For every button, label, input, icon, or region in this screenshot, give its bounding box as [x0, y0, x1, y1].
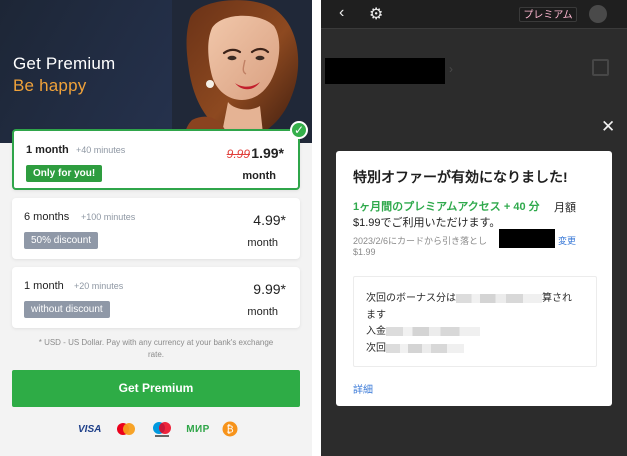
bonus-line-1: 次回のボーナス分は 算され	[366, 289, 572, 304]
selected-check-icon: ✓	[290, 121, 308, 139]
modal-title: 特別オファーが有効になりました!	[353, 169, 568, 185]
redacted-block	[325, 58, 445, 84]
blurred-text	[386, 326, 480, 336]
plan-price: 9.99*	[253, 281, 286, 297]
get-premium-button[interactable]: Get Premium	[12, 370, 300, 407]
plan-price-unit: month	[242, 170, 276, 182]
currency-note-line-2: rate.	[147, 350, 164, 359]
price-line: $1.99でご利用いただけます。	[353, 217, 501, 229]
plan-card-6-months[interactable]: 6 months +100 minutes 50% discount 4.99*…	[12, 198, 300, 259]
mir-logo: МИР	[186, 423, 210, 435]
bitcoin-icon: ₿	[222, 421, 238, 437]
plan-duration: 1 month	[26, 144, 69, 156]
premium-badge[interactable]: プレミアム	[519, 7, 577, 22]
change-link[interactable]: 変更	[558, 234, 576, 247]
bonus-line-3-prefix: 入金	[366, 326, 386, 337]
blurred-text	[386, 343, 464, 353]
offer-highlight: 1ヶ月間のプレミアムアクセス + 40 分	[353, 201, 540, 213]
toolbar-divider	[321, 28, 627, 29]
visa-logo: VISA	[78, 423, 102, 435]
plan-price-unit: month	[247, 237, 278, 249]
hero-subtitle: Be happy	[13, 76, 87, 95]
premium-purchase-panel: Get Premium Be happy 1 month +40 minutes…	[0, 0, 312, 456]
payment-methods: VISA МИР ₿	[78, 417, 238, 441]
plan-card-1-month-regular[interactable]: 1 month +20 minutes without discount 9.9…	[12, 267, 300, 328]
details-link[interactable]: 詳細	[353, 381, 373, 396]
plan-price: 4.99*	[253, 212, 286, 228]
plan-badge: Only for you!	[26, 165, 103, 182]
plan-bonus-minutes: +100 minutes	[81, 212, 136, 222]
plan-price-unit: month	[247, 306, 278, 318]
back-icon[interactable]: ‹	[339, 4, 344, 22]
dim-chevron-icon: ›	[449, 62, 453, 76]
svg-text:₿: ₿	[226, 424, 233, 436]
hero-title: Get Premium	[13, 54, 116, 73]
plan-card-1-month-special[interactable]: 1 month +40 minutes Only for you! 9.99 1…	[12, 121, 308, 190]
plan-bonus-minutes: +40 minutes	[76, 145, 126, 155]
offer-suffix: 月額	[554, 202, 576, 214]
model-photo	[172, 0, 312, 143]
currency-note: * USD - US Dollar. Pay with any currency…	[12, 337, 300, 361]
top-toolbar: ‹ ⚙ プレミアム	[321, 0, 627, 28]
plan-badge: 50% discount	[24, 232, 99, 249]
avatar[interactable]	[589, 5, 607, 23]
bonus-line-1-prefix: 次回のボーナス分は	[366, 293, 456, 304]
bonus-line-3: 入金	[366, 322, 480, 337]
redacted-card-info	[499, 229, 555, 248]
gear-icon[interactable]: ⚙	[369, 4, 383, 24]
old-price: 9.99	[226, 147, 250, 161]
bonus-line-1-suffix: 算され	[542, 293, 572, 304]
plan-duration: 1 month	[24, 280, 64, 292]
panel-divider	[312, 0, 321, 456]
special-offer-modal: 特別オファーが有効になりました! 1ヶ月間のプレミアムアクセス + 40 分 月…	[336, 151, 612, 406]
bonus-line-4: 次回	[366, 339, 464, 354]
plan-bonus-minutes: +20 minutes	[74, 281, 124, 291]
plan-price: 1.99*	[251, 145, 284, 161]
close-icon[interactable]: ✕	[601, 117, 615, 137]
bonus-line-2: ます	[366, 310, 386, 321]
mastercard-icon	[116, 423, 135, 435]
charge-amount: $1.99	[353, 247, 376, 257]
maestro-icon	[152, 422, 171, 437]
screenshot-root: Get Premium Be happy 1 month +40 minutes…	[0, 0, 627, 456]
hero-banner: Get Premium Be happy	[0, 0, 312, 143]
blurred-text	[456, 293, 542, 303]
sidebar-toggle-icon[interactable]	[592, 59, 609, 76]
bonus-info-box: 次回のボーナス分は 算され ます 入金 次回	[353, 276, 597, 367]
dark-app-panel: ‹ ⚙ プレミアム › ✕ 特別オファーが有効になりました! 1ヶ月間のプレミア…	[321, 0, 627, 456]
plan-duration: 6 months	[24, 211, 70, 223]
charge-date-line: 2023/2/6にカードから引き落とし	[353, 236, 488, 246]
plan-badge: without discount	[24, 301, 110, 318]
bonus-line-4-prefix: 次回	[366, 343, 386, 354]
currency-note-line-1: * USD - US Dollar. Pay with any currency…	[38, 338, 274, 347]
